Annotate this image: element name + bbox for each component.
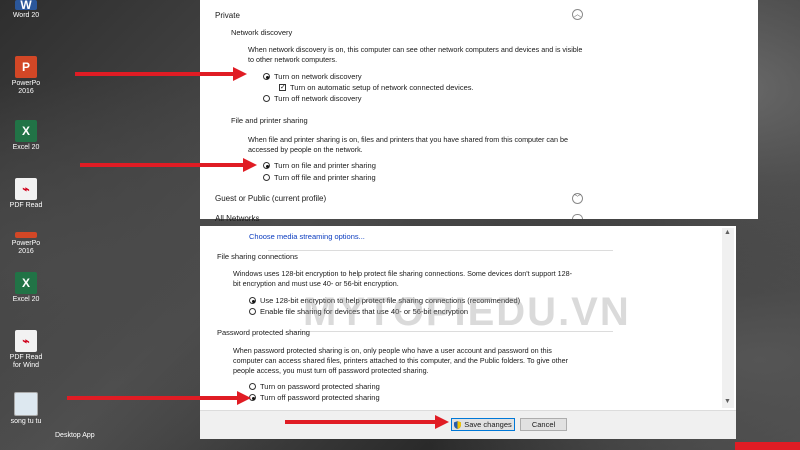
option-label: Turn on file and printer sharing: [274, 161, 376, 170]
desktop-icon-label: song tu tu: [10, 418, 42, 425]
radio-selected-icon: [249, 297, 256, 304]
pdf-icon: ⌁: [15, 178, 37, 200]
password-sharing-description: When password protected sharing is on, o…: [233, 346, 569, 375]
radio-unselected-icon: [263, 95, 270, 102]
section-title-all-networks[interactable]: All Networks: [215, 214, 259, 223]
radio-unselected-icon: [249, 383, 256, 390]
section-title-private: Private: [215, 11, 240, 20]
save-changes-button[interactable]: Save changes: [451, 418, 515, 431]
annotation-arrow: [285, 415, 449, 429]
powerpoint-icon: [15, 232, 37, 238]
cancel-button[interactable]: Cancel: [520, 418, 567, 431]
taskbar-label: Desktop App: [55, 432, 95, 439]
pdf-icon: ⌁: [15, 330, 37, 352]
option-label: Turn off network discovery: [274, 94, 362, 103]
desktop-icon-label: PDF Read: [9, 202, 43, 209]
radio-turn-on-network-discovery[interactable]: Turn on network discovery: [263, 72, 362, 81]
desktop-icon-excel[interactable]: X Excel 20: [6, 120, 46, 152]
desktop-icon-image[interactable]: song tu tu: [6, 392, 46, 426]
desktop-icon-powerpoint[interactable]: PowerPo 2016: [6, 232, 46, 256]
dialog-footer: Save changes Cancel: [200, 410, 736, 439]
uac-shield-icon: [454, 420, 462, 429]
network-discovery-description: When network discovery is on, this compu…: [248, 45, 583, 64]
divider: [268, 250, 613, 251]
radio-selected-icon: [263, 162, 270, 169]
advanced-sharing-settings-top: Private ︿ Network discovery When network…: [200, 0, 758, 223]
section-title-guest-public[interactable]: Guest or Public (current profile): [215, 194, 326, 203]
password-sharing-heading: Password protected sharing: [217, 328, 310, 337]
annotation-arrow: [67, 391, 251, 405]
checkbox-checked-icon: ✓: [279, 84, 286, 91]
radio-turn-off-network-discovery[interactable]: Turn off network discovery: [263, 94, 362, 103]
file-sharing-connections-description: Windows uses 128-bit encryption to help …: [233, 269, 572, 288]
media-streaming-link[interactable]: Choose media streaming options...: [249, 232, 365, 241]
desktop-icon-label: Excel 20: [12, 144, 40, 151]
powerpoint-icon: P: [15, 56, 37, 78]
radio-turn-off-file-printer-sharing[interactable]: Turn off file and printer sharing: [263, 173, 376, 182]
desktop-icon-label: PowerPo 2016: [11, 80, 41, 95]
desktop-icon-pdf[interactable]: ⌁ PDF Read: [6, 178, 46, 210]
radio-turn-on-file-printer-sharing[interactable]: Turn on file and printer sharing: [263, 161, 376, 170]
option-label: Turn off file and printer sharing: [274, 173, 376, 182]
desktop-icon-powerpoint[interactable]: P PowerPo 2016: [6, 56, 46, 96]
desktop-icon-label: PowerPo 2016: [11, 240, 41, 255]
vertical-scrollbar[interactable]: ▲ ▼: [722, 228, 734, 408]
checkbox-auto-setup[interactable]: ✓ Turn on automatic setup of network con…: [279, 83, 474, 92]
excel-icon: X: [15, 120, 37, 142]
network-discovery-heading: Network discovery: [231, 28, 293, 37]
image-icon: [14, 392, 38, 416]
desktop-icon-label: Excel 20: [12, 296, 40, 303]
desktop-icon-pdf[interactable]: ⌁ PDF Read for Wind: [6, 330, 46, 370]
collapse-chevron-up-icon[interactable]: ︿: [572, 9, 583, 20]
word-icon: W: [15, 0, 37, 11]
radio-unselected-icon: [263, 174, 270, 181]
desktop-icon-excel[interactable]: X Excel 20: [6, 272, 46, 304]
radio-selected-icon: [263, 73, 270, 80]
radio-unselected-icon: [249, 308, 256, 315]
expand-chevron-down-icon[interactable]: ﹀: [572, 193, 583, 204]
file-printer-sharing-description: When file and printer sharing is on, fil…: [248, 135, 569, 154]
scroll-up-icon[interactable]: ▲: [724, 229, 731, 236]
option-label: Turn on automatic setup of network conne…: [290, 83, 474, 92]
watermark: MYTOPIEDU.VN: [303, 290, 631, 334]
annotation-arrow: [75, 67, 247, 81]
excel-icon: X: [15, 272, 37, 294]
desktop-icons: W Word 20 P PowerPo 2016 X Excel 20 ⌁ PD…: [0, 0, 50, 450]
radio-turn-off-password-sharing[interactable]: Turn off password protected sharing: [249, 393, 380, 402]
cancel-label: Cancel: [531, 420, 556, 429]
option-label: Turn on network discovery: [274, 72, 362, 81]
desktop-icon-label: Word 20: [12, 12, 40, 19]
annotation-arrow: [80, 158, 257, 172]
desktop-icon-label: PDF Read for Wind: [9, 354, 43, 369]
desktop-icon-word[interactable]: W Word 20: [6, 0, 46, 20]
file-sharing-connections-heading: File sharing connections: [217, 252, 298, 261]
file-printer-sharing-heading: File and printer sharing: [231, 116, 308, 125]
option-label: Turn on password protected sharing: [260, 382, 380, 391]
scroll-down-icon[interactable]: ▼: [724, 398, 731, 405]
save-changes-label: Save changes: [464, 420, 512, 429]
option-label: Turn off password protected sharing: [260, 393, 380, 402]
radio-turn-on-password-sharing[interactable]: Turn on password protected sharing: [249, 382, 380, 391]
expand-chevron-icon[interactable]: [572, 214, 583, 219]
red-corner-decoration: [735, 442, 800, 450]
